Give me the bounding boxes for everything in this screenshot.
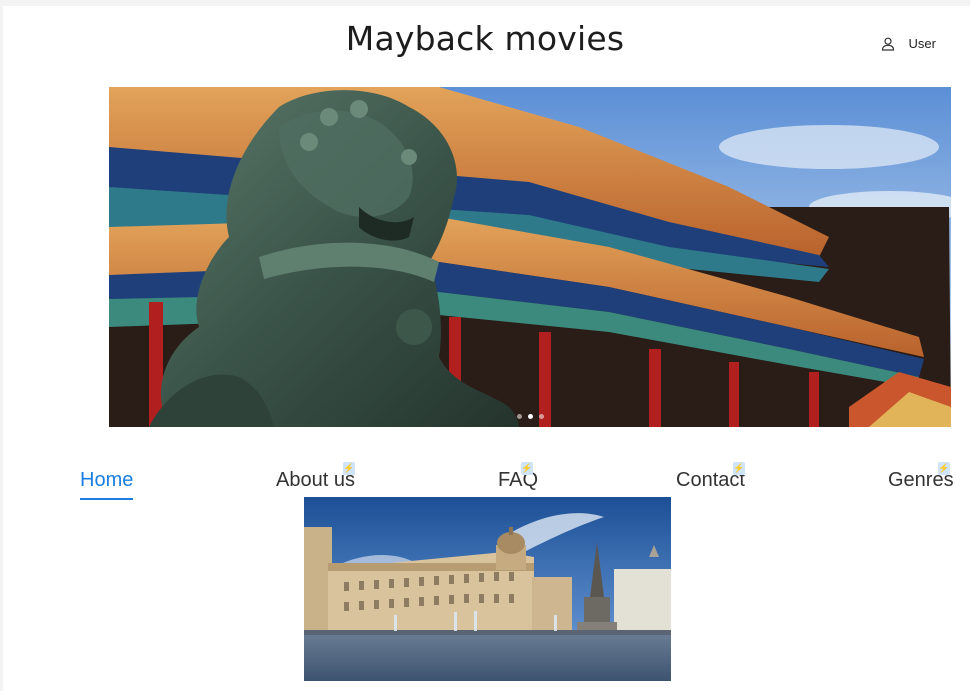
nav-item-contact[interactable]: Contact ⚡: [676, 462, 745, 492]
palace-lion-image: [109, 87, 951, 427]
carousel-dot[interactable]: [516, 414, 522, 419]
nav-item-faq[interactable]: FAQ ⚡: [498, 462, 538, 492]
nav-item-label: Home: [80, 469, 134, 491]
carousel-dots: [109, 414, 951, 419]
active-underline: [80, 498, 134, 500]
person-icon: [881, 37, 895, 51]
hero-carousel[interactable]: [109, 87, 951, 427]
city-square-image: [304, 497, 671, 681]
nav-item-home[interactable]: Home: [80, 469, 134, 500]
lightning-icon: ⚡: [938, 462, 950, 475]
user-label: User: [908, 36, 936, 51]
nav-item-about-us[interactable]: About us ⚡: [276, 462, 355, 492]
lightning-icon: ⚡: [521, 462, 533, 475]
feature-image: [304, 497, 671, 681]
carousel-dot-active[interactable]: [527, 414, 533, 419]
user-menu-button[interactable]: User: [881, 36, 936, 51]
site-title: Mayback movies: [345, 19, 625, 58]
lightning-icon: ⚡: [343, 462, 355, 475]
nav-item-genres[interactable]: Genres ⚡: [888, 462, 954, 492]
main-nav: Home About us ⚡ FAQ ⚡ Contact ⚡ Genres ⚡: [0, 462, 970, 502]
carousel-dot[interactable]: [538, 414, 544, 419]
lightning-icon: ⚡: [733, 462, 745, 475]
